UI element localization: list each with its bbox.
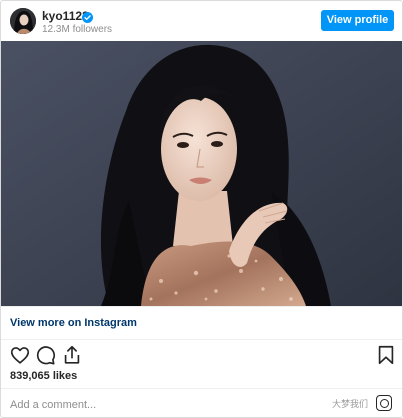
bookmark-icon[interactable] [375,344,397,366]
heart-icon[interactable] [9,344,31,366]
post-photo[interactable] [1,41,402,306]
post-header: kyo1122 12.3M followers View profile [1,1,402,41]
view-profile-button[interactable]: View profile [321,10,394,31]
share-icon[interactable] [61,344,83,366]
add-comment-input[interactable]: Add a comment... [10,399,96,412]
divider [1,339,402,340]
view-more-on-instagram-link[interactable]: View more on Instagram [10,317,137,330]
verified-badge-icon [82,10,93,23]
avatar[interactable] [10,8,36,34]
divider [1,388,402,389]
like-count: 839,065 likes [10,370,78,382]
watermark-text: 大梦我们 [331,399,368,409]
comment-icon[interactable] [34,344,56,366]
divider [1,306,402,307]
action-bar [1,343,402,369]
instagram-embed-card: kyo1122 12.3M followers View profile Vie… [0,0,403,418]
instagram-icon[interactable] [376,395,392,411]
follower-count: 12.3M followers [42,24,113,35]
